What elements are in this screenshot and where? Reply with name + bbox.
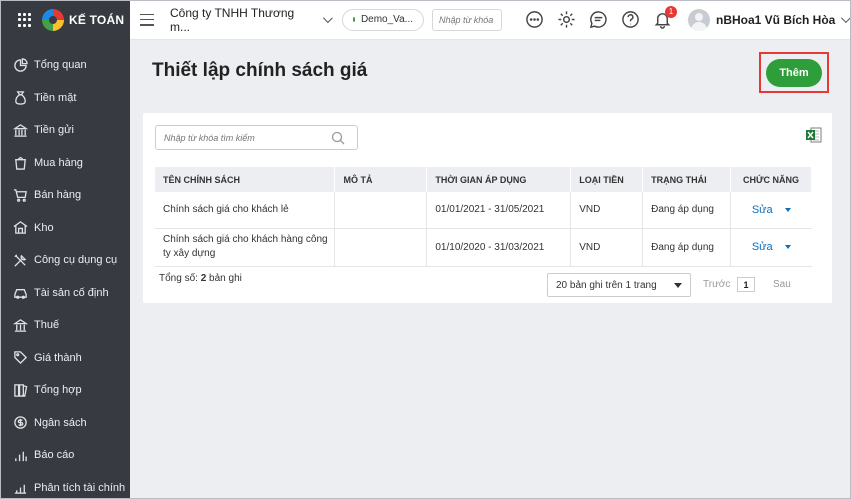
search-icon[interactable] xyxy=(331,131,345,145)
hamburger-menu-icon[interactable] xyxy=(140,13,154,26)
column-header: MÔ TẢ xyxy=(334,167,428,192)
tax-icon xyxy=(12,317,28,333)
sidebar-menu: Tổng quan Tiền mặt Tiền gửi Mua hàng Bán… xyxy=(0,40,130,499)
sidebar-item-mua-hang[interactable]: Mua hàng xyxy=(0,147,130,180)
sidebar-item-tong-hop[interactable]: Tổng hợp xyxy=(0,374,130,407)
column-header: LOẠI TIỀN xyxy=(570,167,644,192)
policy-table: TÊN CHÍNH SÁCH MÔ TẢ THỜI GIAN ÁP DỤNG L… xyxy=(155,167,812,267)
avatar xyxy=(688,8,710,31)
dropdown-arrow-icon xyxy=(674,282,682,288)
dropdown-arrow-icon[interactable] xyxy=(784,208,791,213)
price-tag-icon xyxy=(12,350,28,366)
sidebar-item-tien-gui[interactable]: Tiền gửi xyxy=(0,114,130,147)
user-name: nBHoa1 Vũ Bích Hòa xyxy=(716,12,836,27)
money-bag-icon xyxy=(12,90,28,106)
policy-status: Đang áp dụng xyxy=(642,228,732,267)
sidebar-item-kho[interactable]: Kho xyxy=(0,212,130,245)
sidebar-item-ban-hang[interactable]: Bán hàng xyxy=(0,179,130,212)
column-header: THỜI GIAN ÁP DỤNG xyxy=(426,167,572,192)
tools-icon xyxy=(12,252,28,268)
edit-link[interactable]: Sửa xyxy=(752,241,773,253)
top-search-input[interactable] xyxy=(432,8,502,31)
company-name: Công ty TNHH Thương m... xyxy=(170,5,295,34)
policy-currency: VND xyxy=(570,192,644,229)
bank-icon xyxy=(12,122,28,138)
table-row[interactable]: Chính sách giá cho khách hàng công ty xâ… xyxy=(155,228,812,267)
edit-link[interactable]: Sửa xyxy=(752,204,773,216)
top-icons: 1 xyxy=(524,5,677,30)
next-page-button[interactable]: Sau xyxy=(773,279,791,290)
excel-export-icon[interactable] xyxy=(805,127,822,143)
sidebar-item-tien-mat[interactable]: Tiền mặt xyxy=(0,82,130,115)
analysis-icon xyxy=(12,480,28,496)
policy-description xyxy=(334,228,428,267)
add-button-highlight: Thêm xyxy=(759,52,829,93)
sidebar-item-tai-san-co-dinh[interactable]: Tài sản cố định xyxy=(0,277,130,310)
policy-currency: VND xyxy=(570,228,644,267)
company-selector[interactable]: Công ty TNHH Thương m... xyxy=(170,5,333,34)
app-logo xyxy=(42,9,64,31)
dropdown-arrow-icon[interactable] xyxy=(784,245,791,250)
table-header-row: TÊN CHÍNH SÁCH MÔ TẢ THỜI GIAN ÁP DỤNG L… xyxy=(155,167,812,192)
settings-gear-icon[interactable] xyxy=(556,10,576,30)
database-selector[interactable]: Demo_Va... xyxy=(342,8,424,31)
dashboard-icon xyxy=(12,57,28,73)
sidebar-item-phan-tich-tai-chinh[interactable]: Phân tích tài chính xyxy=(0,472,130,499)
books-icon xyxy=(12,382,28,398)
page-title: Thiết lập chính sách giá xyxy=(152,60,368,81)
shopping-bag-icon xyxy=(12,155,28,171)
policy-description xyxy=(334,192,428,229)
brand-bar: KẾ TOÁN xyxy=(0,0,130,40)
user-menu[interactable]: nBHoa1 Vũ Bích Hòa xyxy=(688,8,851,31)
more-icon[interactable] xyxy=(524,10,544,30)
sidebar-item-tong-quan[interactable]: Tổng quan xyxy=(0,49,130,82)
column-header: TRẠNG THÁI xyxy=(642,167,732,192)
budget-icon xyxy=(12,415,28,431)
policy-status: Đang áp dụng xyxy=(642,192,732,229)
policy-name: Chính sách giá cho khách lẻ xyxy=(163,203,289,215)
policy-name: Chính sách giá cho khách hàng công ty xâ… xyxy=(163,234,328,259)
top-bar: Công ty TNHH Thương m... Demo_Va... 1 nB… xyxy=(130,0,851,40)
search-box xyxy=(155,125,358,150)
help-icon[interactable] xyxy=(620,10,640,30)
policy-period: 01/01/2021 - 31/05/2021 xyxy=(426,192,572,229)
add-button[interactable]: Thêm xyxy=(766,58,822,87)
car-icon xyxy=(12,285,28,301)
chat-icon[interactable] xyxy=(588,10,608,30)
column-header: CHỨC NĂNG xyxy=(730,167,812,192)
current-page-number[interactable]: 1 xyxy=(737,277,755,292)
sidebar-item-gia-thanh[interactable]: Giá thành xyxy=(0,342,130,375)
chevron-down-icon xyxy=(323,13,333,24)
sidebar-item-ngan-sach[interactable]: Ngân sách xyxy=(0,407,130,440)
record-count: Tổng số: 2 bản ghi xyxy=(159,273,242,284)
sidebar-item-cong-cu-dung-cu[interactable]: Công cụ dụng cụ xyxy=(0,244,130,277)
brand-name: KẾ TOÁN xyxy=(69,13,125,27)
database-name: Demo_Va... xyxy=(360,14,413,25)
chevron-down-icon xyxy=(841,13,851,24)
table-row[interactable]: Chính sách giá cho khách lẻ 01/01/2021 -… xyxy=(155,192,812,229)
sidebar-item-thue[interactable]: Thuế xyxy=(0,309,130,342)
warehouse-icon xyxy=(12,220,28,236)
status-dot-icon xyxy=(353,17,355,22)
search-input[interactable] xyxy=(156,132,331,143)
prev-page-button[interactable]: Trước xyxy=(703,279,730,290)
notification-bell-icon[interactable]: 1 xyxy=(652,5,677,30)
column-header: TÊN CHÍNH SÁCH xyxy=(155,167,336,192)
sidebar-item-bao-cao[interactable]: Báo cáo xyxy=(0,439,130,472)
sidebar: KẾ TOÁN Tổng quan Tiền mặt Tiền gửi Mua … xyxy=(0,0,130,499)
app-grid-icon[interactable] xyxy=(18,13,32,27)
policy-list-card: TÊN CHÍNH SÁCH MÔ TẢ THỜI GIAN ÁP DỤNG L… xyxy=(143,113,832,303)
bar-chart-icon xyxy=(12,447,28,463)
page-size-select[interactable]: 20 bản ghi trên 1 trang xyxy=(547,273,691,297)
policy-period: 01/10/2020 - 31/03/2021 xyxy=(426,228,572,267)
cart-icon xyxy=(12,187,28,203)
notification-badge: 1 xyxy=(665,5,677,18)
